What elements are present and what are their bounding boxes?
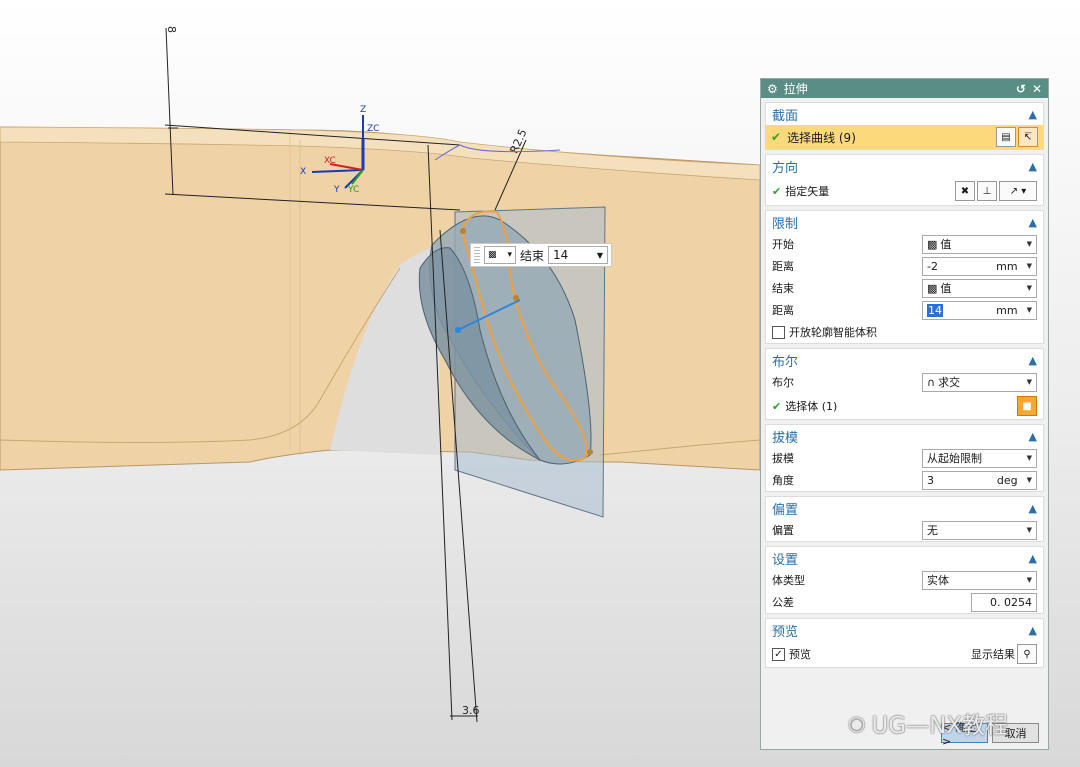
preview-section: 预览 ▲ ✓ 预览 显示结果 ⚲ bbox=[765, 618, 1044, 668]
collapse-icon[interactable]: ▲ bbox=[1029, 160, 1037, 173]
reverse-direction-button[interactable]: ✖ bbox=[955, 181, 975, 201]
start-label: 开始 bbox=[772, 238, 794, 251]
vector-dialog-button[interactable]: ⊥ bbox=[977, 181, 997, 201]
direction-header[interactable]: 方向 bbox=[772, 157, 798, 176]
start-type-select[interactable]: ▩ 值 ▼ bbox=[922, 234, 1037, 254]
specify-vector-label: 指定矢量 bbox=[785, 185, 830, 198]
chevron-down-icon: ▼ bbox=[596, 250, 603, 260]
settings-section: 设置 ▲ 体类型 实体 ▼ 公差 0. 0254 bbox=[765, 546, 1044, 614]
end-type-dropdown[interactable]: ▩ ▾ bbox=[484, 246, 516, 264]
end-type-select[interactable]: ▩ 值 ▼ bbox=[922, 278, 1037, 298]
select-curve-label: 选择曲线 (9) bbox=[787, 130, 856, 145]
select-body-label: 选择体 (1) bbox=[785, 400, 838, 413]
cube-icon: ▩ bbox=[488, 250, 497, 260]
end-label: 结束 bbox=[772, 282, 794, 295]
floating-toolbar[interactable]: ▩ ▾ 结束 14 ▼ bbox=[470, 243, 612, 267]
section-header[interactable]: 截面 bbox=[772, 105, 798, 124]
tolerance-label: 公差 bbox=[772, 596, 794, 609]
open-profile-label: 开放轮廓智能体积 bbox=[789, 326, 877, 339]
select-curve-row[interactable]: ✔ 选择曲线 (9) ▤ ↸ bbox=[765, 125, 1044, 149]
gear-icon[interactable]: ⚙ bbox=[767, 82, 778, 96]
collapse-icon[interactable]: ▲ bbox=[1029, 552, 1037, 565]
toolbar-end-value[interactable]: 14 ▼ bbox=[548, 246, 608, 264]
collapse-icon[interactable]: ▲ bbox=[1029, 430, 1037, 443]
check-icon: ✔ bbox=[772, 184, 782, 198]
settings-header[interactable]: 设置 bbox=[772, 549, 798, 568]
boolean-header[interactable]: 布尔 bbox=[772, 351, 798, 370]
start-distance-label: 距离 bbox=[772, 260, 794, 273]
svg-text:ZC: ZC bbox=[367, 124, 379, 134]
draft-select[interactable]: 从起始限制 ▼ bbox=[922, 448, 1037, 468]
cube-icon: ▩ bbox=[927, 237, 938, 251]
dim-bottom[interactable]: 3.6 bbox=[462, 704, 480, 717]
dim-top[interactable]: 8 bbox=[165, 26, 178, 33]
collapse-icon[interactable]: ▲ bbox=[1029, 624, 1037, 637]
offset-header[interactable]: 偏置 bbox=[772, 499, 798, 518]
check-icon: ✔ bbox=[772, 399, 782, 413]
preview-header[interactable]: 预览 bbox=[772, 621, 798, 640]
body-type-select[interactable]: 实体 ▼ bbox=[922, 570, 1037, 590]
draft-section: 拔模 ▲ 拔模 从起始限制 ▼ 角度 3 deg ▼ bbox=[765, 424, 1044, 492]
intersect-icon: ∩ bbox=[927, 375, 936, 389]
wechat-icon: ◉ bbox=[848, 711, 866, 735]
show-result-button[interactable]: ⚲ bbox=[1017, 644, 1037, 664]
body-type-label: 体类型 bbox=[772, 574, 805, 587]
curve-select-button[interactable]: ↸ bbox=[1018, 127, 1038, 147]
tolerance-input[interactable]: 0. 0254 bbox=[971, 592, 1037, 612]
select-body-button[interactable]: ■ bbox=[1017, 396, 1037, 416]
dialog-titlebar: ⚙ 拉伸 ↺ ✕ bbox=[761, 79, 1048, 98]
offset-section: 偏置 ▲ 偏置 无 ▼ bbox=[765, 496, 1044, 542]
end-distance-label: 距离 bbox=[772, 304, 794, 317]
limits-header[interactable]: 限制 bbox=[772, 213, 798, 232]
dialog-title: 拉伸 bbox=[783, 82, 808, 96]
vector-type-dropdown[interactable]: ↗ ▾ bbox=[999, 181, 1037, 201]
draft-label: 拔模 bbox=[772, 452, 794, 465]
open-profile-checkbox[interactable] bbox=[772, 325, 785, 339]
model-canvas[interactable]: 8 R2.5 3.6 Z ZC X XC Y YC bbox=[0, 0, 760, 767]
angle-input[interactable]: 3 deg ▼ bbox=[922, 470, 1037, 490]
draft-header[interactable]: 拔模 bbox=[772, 427, 798, 446]
sketch-section-button[interactable]: ▤ bbox=[996, 127, 1016, 147]
angle-label: 角度 bbox=[772, 474, 794, 487]
extrude-dialog: ⚙ 拉伸 ↺ ✕ 截面 ▲ ✔ 选择曲线 (9) ▤ ↸ 方向 ▲ ✔ 指定矢量 ✖… bbox=[760, 78, 1049, 750]
boolean-label: 布尔 bbox=[772, 376, 794, 389]
svg-text:X: X bbox=[300, 167, 306, 177]
cube-icon: ▩ bbox=[927, 281, 938, 295]
section-section: 截面 ▲ ✔ 选择曲线 (9) ▤ ↸ bbox=[765, 102, 1044, 150]
limits-section: 限制 ▲ 开始 ▩ 值 ▼ 距离 -2 mm ▼ 结束 ▩ 值 ▼ 距离 14 mm ▼ 开放轮廓… bbox=[765, 210, 1044, 344]
watermark-text: UG—NX教程 bbox=[871, 713, 1009, 739]
toolbar-end-label: 结束 bbox=[520, 248, 545, 263]
close-icon[interactable]: ✕ bbox=[1032, 82, 1042, 96]
boolean-section: 布尔 ▲ 布尔 ∩ 求交 ▼ ✔ 选择体 (1) ■ bbox=[765, 348, 1044, 420]
boolean-select[interactable]: ∩ 求交 ▼ bbox=[922, 372, 1037, 392]
collapse-icon[interactable]: ▲ bbox=[1029, 216, 1037, 229]
svg-text:Z: Z bbox=[360, 105, 366, 115]
watermark: ◉ UG—NX教程 bbox=[848, 706, 1008, 740]
show-result-label: 显示结果 bbox=[971, 648, 1015, 661]
end-distance-input[interactable]: 14 mm ▼ bbox=[922, 300, 1037, 320]
svg-text:Y: Y bbox=[333, 185, 340, 195]
preview-label: 预览 bbox=[789, 648, 811, 661]
direction-section: 方向 ▲ ✔ 指定矢量 ✖ ⊥ ↗ ▾ bbox=[765, 154, 1044, 206]
check-icon: ✔ bbox=[771, 130, 782, 144]
svg-text:YC: YC bbox=[347, 185, 359, 195]
start-distance-input[interactable]: -2 mm ▼ bbox=[922, 256, 1037, 276]
offset-select[interactable]: 无 ▼ bbox=[922, 520, 1037, 540]
toolbar-grip[interactable] bbox=[474, 247, 480, 263]
collapse-icon[interactable]: ▲ bbox=[1029, 108, 1037, 121]
collapse-icon[interactable]: ▲ bbox=[1029, 354, 1037, 367]
svg-text:XC: XC bbox=[324, 156, 336, 166]
reset-icon[interactable]: ↺ bbox=[1016, 82, 1026, 96]
preview-checkbox[interactable]: ✓ bbox=[772, 647, 785, 661]
collapse-icon[interactable]: ▲ bbox=[1029, 502, 1037, 515]
offset-label: 偏置 bbox=[772, 524, 794, 537]
